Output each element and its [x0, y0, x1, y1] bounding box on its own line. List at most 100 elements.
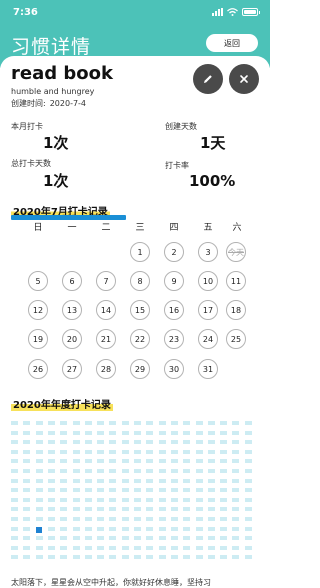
year-cell	[84, 469, 92, 473]
calendar-day[interactable]: 15	[130, 300, 150, 320]
year-cell	[84, 449, 92, 454]
year-cell	[195, 497, 203, 502]
year-cell	[23, 545, 31, 550]
weekday-label: 五	[203, 223, 213, 233]
year-cell	[97, 507, 105, 512]
status-bar: 7:36	[0, 0, 270, 26]
year-cell-checked	[35, 526, 42, 533]
year-cell	[220, 536, 228, 541]
calendar-day[interactable]: 13	[62, 300, 82, 320]
calendar-day[interactable]: 25	[226, 329, 246, 349]
year-cell	[207, 497, 215, 502]
calendar-day-today[interactable]: 今天	[226, 242, 246, 262]
calendar-day[interactable]: 10	[198, 271, 218, 291]
year-cell	[195, 555, 203, 560]
year-cell	[170, 421, 178, 425]
year-cell	[207, 555, 215, 560]
year-cell	[146, 526, 154, 531]
year-cell	[47, 430, 55, 435]
year-cell	[183, 507, 191, 512]
calendar-day[interactable]: 29	[130, 359, 150, 379]
delete-button[interactable]	[229, 64, 259, 94]
year-cell	[109, 507, 117, 512]
year-section-title: 2020年年度打卡记录	[11, 396, 113, 411]
year-cell	[146, 536, 154, 541]
year-cell	[72, 526, 80, 531]
calendar-day[interactable]: 24	[198, 329, 218, 349]
year-cell	[232, 497, 240, 502]
year-cell	[134, 507, 141, 512]
calendar-day[interactable]: 21	[96, 329, 116, 349]
year-cell	[47, 488, 55, 493]
calendar-day[interactable]: 1	[130, 242, 150, 262]
year-cell	[183, 469, 191, 473]
calendar-day[interactable]: 23	[164, 329, 184, 349]
calendar-day[interactable]: 19	[28, 329, 48, 349]
calendar-day[interactable]: 5	[28, 271, 48, 291]
year-cell	[109, 536, 117, 541]
year-cell	[121, 526, 129, 531]
year-cell	[97, 440, 105, 445]
year-cell	[60, 507, 68, 512]
calendar-day[interactable]: 31	[198, 359, 218, 379]
calendar-day[interactable]: 14	[96, 300, 116, 320]
year-cell	[35, 440, 43, 445]
calendar-day[interactable]: 8	[130, 271, 150, 291]
calendar-day[interactable]: 2	[164, 242, 184, 262]
calendar-day[interactable]: 28	[96, 359, 116, 379]
year-cell	[35, 517, 43, 521]
back-button[interactable]: 返回	[206, 34, 258, 52]
calendar-day[interactable]: 18	[226, 300, 246, 320]
year-cell	[146, 430, 154, 435]
year-cell	[84, 421, 92, 425]
year-cell	[244, 507, 252, 512]
year-cell	[23, 507, 31, 512]
year-cell	[11, 488, 18, 493]
year-cell	[84, 555, 92, 560]
calendar-day[interactable]: 27	[62, 359, 82, 379]
battery-icon	[242, 8, 260, 16]
calendar-day[interactable]: 16	[164, 300, 184, 320]
year-cell	[146, 517, 154, 521]
year-cell	[183, 497, 191, 502]
year-cell	[11, 469, 18, 473]
calendar-day[interactable]: 20	[62, 329, 82, 349]
calendar-day[interactable]: 26	[28, 359, 48, 379]
year-cell	[11, 430, 18, 435]
year-cell	[244, 545, 252, 550]
close-icon	[240, 75, 248, 83]
calendar-day[interactable]: 12	[28, 300, 48, 320]
calendar-day[interactable]: 17	[198, 300, 218, 320]
year-cell	[195, 488, 203, 493]
year-cell	[244, 449, 252, 454]
year-cell	[72, 497, 80, 502]
calendar-day[interactable]: 11	[226, 271, 246, 291]
weekday-label: 六	[232, 223, 242, 233]
month-checkin-label: 本月打卡	[11, 122, 43, 131]
year-cell	[47, 449, 55, 454]
calendar-day[interactable]: 3	[198, 242, 218, 262]
calendar-day[interactable]: 30	[164, 359, 184, 379]
year-cell	[97, 488, 105, 493]
year-cell	[134, 469, 141, 473]
calendar-day[interactable]: 9	[164, 271, 184, 291]
year-cell	[121, 449, 129, 454]
edit-button[interactable]	[193, 64, 223, 94]
year-cell	[72, 517, 80, 521]
year-cell	[47, 469, 55, 473]
year-cell	[23, 517, 31, 521]
year-cell	[47, 440, 55, 445]
year-cell	[220, 488, 228, 493]
calendar-day[interactable]: 7	[96, 271, 116, 291]
year-cell	[134, 545, 141, 550]
calendar-day[interactable]: 6	[62, 271, 82, 291]
year-cell	[47, 478, 55, 483]
year-cell	[134, 526, 141, 531]
year-cell	[47, 497, 55, 502]
year-cell	[220, 545, 228, 550]
year-cell	[109, 449, 117, 454]
year-cell	[35, 449, 43, 454]
year-cell	[158, 507, 166, 512]
calendar-day[interactable]: 22	[130, 329, 150, 349]
year-cell	[183, 488, 191, 493]
